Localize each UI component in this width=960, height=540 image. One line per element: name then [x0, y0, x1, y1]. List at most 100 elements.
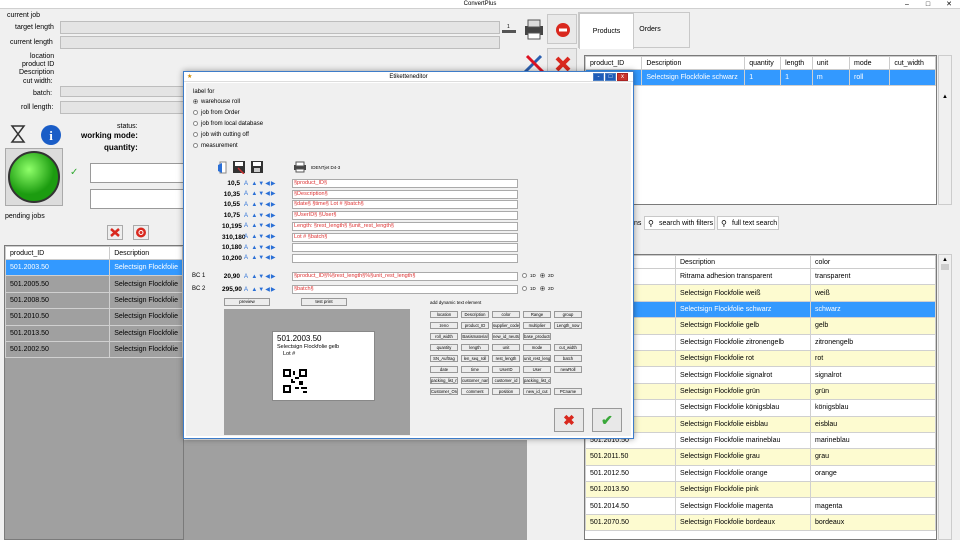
- col-product-id[interactable]: product_ID: [585, 56, 643, 70]
- dynamic-field-button[interactable]: customer_id: [492, 377, 520, 384]
- dynamic-field-button[interactable]: unit_rest_length: [523, 355, 551, 362]
- dynamic-field-button[interactable]: base_products: [523, 333, 551, 340]
- table-row[interactable]: 501.2013.50 Selectsign Flockfolie: [5, 324, 183, 342]
- col-catalog-description[interactable]: Description: [675, 255, 811, 269]
- barcode-2d-radio[interactable]: 2D: [540, 273, 554, 279]
- tab-orders[interactable]: Orders: [635, 13, 665, 47]
- table-row[interactable]: 501.2010.50 Selectsign Flockfolie: [5, 308, 183, 326]
- label-text-field[interactable]: [292, 253, 518, 263]
- radio-option[interactable]: job from Order: [193, 110, 240, 116]
- close-icon[interactable]: ✕: [939, 0, 959, 9]
- radio-option[interactable]: measurement: [193, 143, 238, 149]
- col-cut-width[interactable]: cut_width: [889, 56, 936, 70]
- maximize-icon[interactable]: □: [918, 0, 938, 9]
- dynamic-field-button[interactable]: position: [492, 388, 520, 395]
- dynamic-field-button[interactable]: length: [461, 344, 489, 351]
- table-row[interactable]: 501.2008.50 Selectsign Flockfolie: [5, 291, 183, 310]
- label-text-field[interactable]: §product_ID§: [292, 179, 518, 188]
- dynamic-field-button[interactable]: quantity: [430, 344, 458, 351]
- move-arrows-icon[interactable]: A ▲▼◀▶: [244, 222, 276, 229]
- dynamic-field-button[interactable]: UserID: [492, 366, 520, 373]
- preview-button[interactable]: preview: [224, 298, 270, 306]
- dynamic-field-button[interactable]: batch: [554, 355, 582, 362]
- dynamic-field-button[interactable]: new_id_cut: [523, 388, 551, 395]
- barcode-text-field[interactable]: §batch§: [292, 285, 518, 294]
- col-unit[interactable]: unit: [811, 56, 851, 70]
- barcode-1d-radio[interactable]: 1D: [522, 273, 536, 279]
- dynamic-field-button[interactable]: Customer_Order: [430, 388, 458, 395]
- barcode-2d-radio[interactable]: 2D: [540, 286, 554, 292]
- col-quantity[interactable]: quantity: [744, 56, 782, 70]
- move-arrows-icon[interactable]: A ▲▼◀▶: [244, 201, 276, 208]
- dynamic-field-button[interactable]: time: [461, 366, 489, 373]
- table-row[interactable]: 501.2012.50 Selectsign Flockfolie orange o…: [585, 464, 936, 483]
- label-text-field[interactable]: Length: §rest_length§ §unit_rest_length§: [292, 221, 518, 231]
- dynamic-field-button[interactable]: group: [554, 311, 582, 318]
- radio-dot[interactable]: [193, 132, 198, 137]
- table-row[interactable]: Selectsign Flockfolie weiß weiß: [585, 284, 936, 302]
- move-arrows-icon[interactable]: A ▲▼◀▶: [244, 244, 276, 251]
- dynamic-field-button[interactable]: product_ID: [461, 322, 489, 329]
- dynamic-field-button[interactable]: zeno: [430, 322, 458, 329]
- col-mode[interactable]: mode: [849, 56, 891, 70]
- label-text-field[interactable]: [292, 243, 518, 253]
- move-arrows-icon[interactable]: A ▲▼◀▶: [244, 190, 276, 197]
- scan-input-2[interactable]: [90, 189, 185, 209]
- move-arrows-icon[interactable]: A ▲▼◀▶: [244, 233, 276, 240]
- barcode-1d-radio[interactable]: 1D: [522, 286, 536, 292]
- table-row[interactable]: 501.2003.50 Selectsign Flockfolie: [5, 258, 183, 277]
- move-arrows-icon[interactable]: A ▲▼◀▶: [244, 180, 276, 187]
- radio-dot[interactable]: [540, 286, 545, 292]
- table-row[interactable]: Selectsign Flockfolie gelb gelb: [585, 317, 936, 335]
- table-row[interactable]: 501.2011.50 Selectsign Flockfolie grau gra…: [585, 448, 936, 466]
- col-description[interactable]: Description: [109, 246, 183, 260]
- dynamic-field-button[interactable]: unit: [492, 344, 520, 351]
- dialog-ok-button[interactable]: ✔: [592, 408, 622, 432]
- label-text-field[interactable]: §date§ §time§ Lot # §batch§: [292, 200, 518, 210]
- radio-dot[interactable]: [193, 110, 198, 115]
- minimize-icon[interactable]: –: [897, 0, 917, 9]
- catalog-scrollbar[interactable]: ▲: [938, 254, 952, 540]
- printer-small-icon[interactable]: [293, 161, 307, 173]
- dynamic-field-button[interactable]: User: [523, 366, 551, 373]
- dialog-minimize-icon[interactable]: -: [593, 73, 604, 81]
- label-text-field[interactable]: §Description§: [292, 189, 518, 199]
- dynamic-field-button[interactable]: Description: [461, 311, 489, 318]
- dynamic-field-button[interactable]: Basismaterial: [461, 333, 489, 340]
- dynamic-field-button[interactable]: packing_list_date: [523, 377, 551, 384]
- dynamic-field-button[interactable]: cut_width: [554, 344, 582, 351]
- dynamic-field-button[interactable]: Range: [523, 311, 551, 318]
- dynamic-field-button[interactable]: rest_length: [492, 355, 520, 362]
- dynamic-field-button[interactable]: comment: [461, 388, 489, 395]
- col-length[interactable]: length: [780, 56, 813, 70]
- move-arrows-icon[interactable]: A ▲▼◀▶: [244, 212, 276, 219]
- move-arrows-icon[interactable]: A ▲▼◀▶: [244, 254, 276, 261]
- scan-input[interactable]: [90, 163, 185, 183]
- table-row[interactable]: Selectsign Flockfolie signalrot signalrot: [585, 366, 936, 384]
- save-as-icon[interactable]: [232, 160, 246, 175]
- dialog-maximize-icon[interactable]: □: [605, 73, 616, 81]
- col-catalog-color[interactable]: color: [810, 255, 936, 269]
- col-product-id[interactable]: product_ID: [5, 246, 111, 260]
- move-arrows-icon[interactable]: A ▲▼◀▶: [244, 273, 276, 280]
- move-arrows-icon[interactable]: A ▲▼◀▶: [244, 286, 276, 293]
- barcode-text-field[interactable]: §product_ID§%§rest_length§%§unit_rest_le…: [292, 272, 518, 281]
- dynamic-field-button[interactable]: roll_width: [430, 333, 458, 340]
- table-row[interactable]: Selectsign Flockfolie grün grün: [585, 382, 936, 401]
- info-icon[interactable]: i: [40, 124, 62, 146]
- dialog-close-icon[interactable]: x: [617, 73, 628, 81]
- tab-fulltext-search[interactable]: ⚲ full text search: [717, 216, 779, 230]
- dynamic-field-button[interactable]: multiplier: [523, 322, 551, 329]
- dynamic-field-button[interactable]: PCname: [554, 388, 582, 395]
- test-print-button[interactable]: test print: [301, 298, 347, 306]
- dynamic-field-button[interactable]: date: [430, 366, 458, 373]
- dynamic-field-button[interactable]: Length_now: [554, 322, 582, 329]
- table-row[interactable]: Selectsign Flockfolie eisblau eisblau: [585, 415, 936, 433]
- table-row[interactable]: 501.2002.50 Selectsign Flockfolie: [5, 340, 183, 359]
- save-icon[interactable]: [250, 160, 264, 174]
- dynamic-field-button[interactable]: new_id_neutral: [492, 333, 520, 340]
- stop-job-button[interactable]: [133, 225, 149, 240]
- table-row[interactable]: 501.2013.50 Selectsign Flockfolie pink: [585, 481, 936, 499]
- catalog-scroll-thumb[interactable]: [941, 264, 949, 270]
- dynamic-field-button[interactable]: location: [430, 311, 458, 318]
